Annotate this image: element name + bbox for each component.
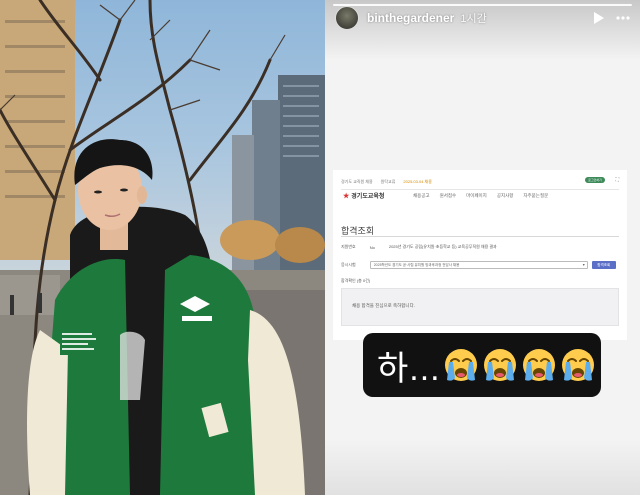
nav-item[interactable]: 마이페이지 — [466, 193, 487, 199]
web-topbar-item: 원탁교류 — [380, 179, 396, 184]
result-label: 합격확인 (총 0건) — [341, 278, 371, 283]
caption-sticker[interactable]: 하... — [363, 333, 601, 397]
brand-star-icon: ★ — [343, 192, 350, 200]
loudly-crying-face-icon — [521, 347, 557, 383]
applicant-row: 지원번호 No 2025년 경기도 공립(유치원·초등학교 등) 교육공무직원 … — [341, 242, 619, 252]
story-header: binthegardener 1시간 — [335, 4, 630, 32]
story-photo — [0, 0, 325, 495]
web-topbar: 경기도 교직원 채용 원탁교류 2025.03.04 채용 — [341, 178, 619, 186]
caption-text: 하... — [377, 349, 441, 388]
web-topbar-item: 2025.03.04 채용 — [403, 179, 432, 184]
login-button[interactable]: 로그인하기 — [585, 177, 605, 183]
username[interactable]: binthegardener — [367, 11, 454, 25]
more-icon[interactable] — [616, 16, 630, 20]
story-controls — [594, 12, 630, 24]
nav-item[interactable]: 채용공고 — [413, 193, 430, 199]
web-topbar-item: 경기도 교직원 채용 — [341, 179, 373, 184]
loudly-crying-face-icon — [443, 347, 479, 383]
nav-item[interactable]: 공지사항 — [497, 193, 514, 199]
nav-item[interactable]: 원서접수 — [440, 193, 457, 199]
chevron-down-icon: ▾ — [582, 262, 585, 267]
loudly-crying-face-icon — [560, 347, 596, 383]
emoji-row — [443, 347, 596, 383]
avatar[interactable] — [335, 6, 359, 30]
expand-icon[interactable]: ⛶ — [615, 177, 619, 183]
brand-name: 경기도교육청 — [351, 194, 385, 200]
result-message: 채용 합격을 진심으로 축하합니다. — [352, 303, 415, 308]
webpage-screenshot: 경기도 교직원 채용 원탁교류 2025.03.04 채용 로그인하기 ⛶ ★ … — [333, 170, 627, 340]
play-icon[interactable] — [594, 12, 604, 24]
post-time: 1시간 — [460, 13, 487, 25]
lookup-button[interactable]: 합격조회 — [591, 261, 616, 269]
exam-row: 응시시험 2025학년도 경기도 공·사립 유치원 방과후과정 전담사 채용 ▾… — [341, 260, 619, 270]
row-label: 응시시험 — [341, 262, 356, 267]
web-nav: 채용공고 원서접수 마이페이지 공지사항 자주묻는질문 — [413, 193, 548, 199]
row-value: No — [369, 244, 375, 250]
story-bottom-gradient — [325, 440, 640, 495]
divider — [341, 236, 619, 237]
brand-logo[interactable]: ★ 경기도교육청 — [343, 191, 385, 201]
divider — [341, 189, 619, 190]
result-box: 채용 합격을 진심으로 축하합니다. — [341, 288, 619, 326]
photo-scene — [0, 0, 325, 495]
row-detail: 2025년 경기도 공립(유치원·초등학교 등) 교육공무직원 채용 결과 — [388, 244, 497, 249]
select-value: 2025학년도 경기도 공·사립 유치원 방과후과정 전담사 채용 — [373, 263, 460, 267]
row-label: 지원번호 — [341, 244, 356, 249]
loudly-crying-face-icon — [482, 347, 518, 383]
nav-item[interactable]: 자주묻는질문 — [523, 193, 548, 199]
exam-select[interactable]: 2025학년도 경기도 공·사립 유치원 방과후과정 전담사 채용 ▾ — [369, 261, 588, 269]
